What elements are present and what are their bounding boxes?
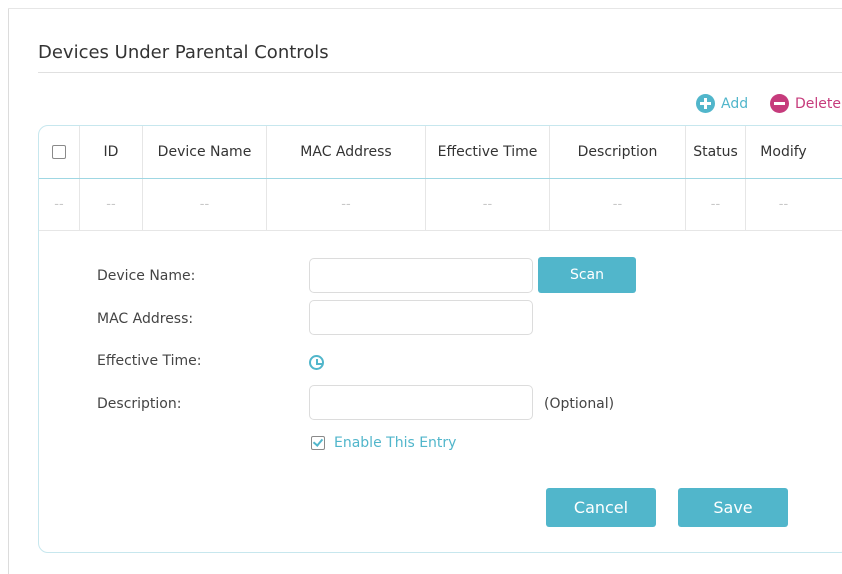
description-label: Description:: [97, 396, 182, 412]
enable-entry-checkbox[interactable]: [311, 436, 325, 450]
delete-button[interactable]: Delete: [770, 94, 841, 113]
cancel-button[interactable]: Cancel: [546, 488, 656, 527]
mac-address-label: MAC Address:: [97, 311, 194, 327]
section-title: Devices Under Parental Controls: [38, 42, 329, 63]
mac-address-input[interactable]: [309, 300, 533, 335]
column-header-status[interactable]: Status: [685, 126, 745, 178]
table-cell: --: [745, 179, 842, 230]
device-name-input[interactable]: [309, 258, 533, 293]
column-header-mac-address[interactable]: MAC Address: [266, 126, 425, 178]
title-divider: [38, 72, 842, 73]
table-cell: --: [549, 179, 685, 230]
add-button-label: Add: [721, 95, 749, 112]
select-all-checkbox[interactable]: [52, 145, 66, 159]
table-cell: --: [266, 179, 425, 230]
header-select-all-cell: [39, 126, 79, 178]
description-input[interactable]: [309, 385, 533, 420]
table-header: ID Device Name MAC Address Effective Tim…: [39, 126, 842, 179]
minus-circle-icon: [770, 94, 789, 113]
device-name-label: Device Name:: [97, 268, 196, 284]
column-header-device-name[interactable]: Device Name: [142, 126, 266, 178]
effective-time-label: Effective Time:: [97, 353, 202, 369]
scan-button[interactable]: Scan: [538, 257, 636, 293]
column-header-description[interactable]: Description: [549, 126, 685, 178]
enable-entry-label: Enable This Entry: [334, 435, 457, 451]
optional-hint: (Optional): [544, 396, 615, 412]
column-header-effective-time[interactable]: Effective Time: [425, 126, 549, 178]
left-divider: [8, 8, 9, 574]
enable-entry-toggle[interactable]: Enable This Entry: [311, 435, 456, 451]
table-cell: --: [79, 179, 142, 230]
save-button[interactable]: Save: [678, 488, 788, 527]
add-button[interactable]: Add: [696, 94, 748, 113]
table-cell: --: [685, 179, 745, 230]
plus-circle-icon: [696, 94, 715, 113]
column-header-modify[interactable]: Modify: [745, 126, 842, 178]
table-cell: --: [54, 197, 64, 212]
clock-icon[interactable]: [309, 355, 324, 370]
table-cell: --: [425, 179, 549, 230]
delete-button-label: Delete: [795, 95, 841, 112]
column-header-id[interactable]: ID: [79, 126, 142, 178]
table-row: -- -- -- -- -- -- -- --: [39, 179, 842, 231]
top-divider: [8, 8, 842, 9]
table-cell: --: [142, 179, 266, 230]
